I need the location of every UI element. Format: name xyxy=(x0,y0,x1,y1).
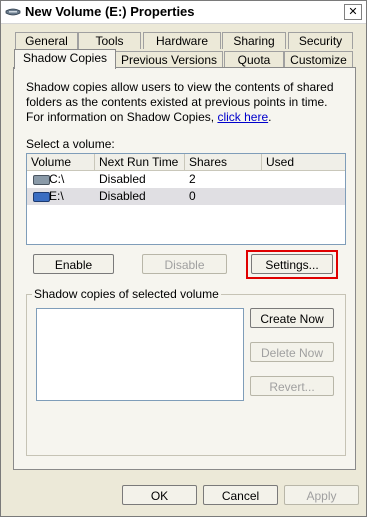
apply-button[interactable]: Apply xyxy=(284,485,359,505)
drive-icon xyxy=(5,8,21,16)
volume-list[interactable]: Volume Next Run Time Shares Used C:\ Dis… xyxy=(26,153,346,245)
shadow-copies-list[interactable] xyxy=(36,308,244,401)
group-title: Shadow copies of selected volume xyxy=(32,287,221,301)
tab-label: Hardware xyxy=(155,34,209,48)
ok-button[interactable]: OK xyxy=(122,485,197,505)
enable-button[interactable]: Enable xyxy=(33,254,114,274)
tab-label: Quota xyxy=(237,53,271,67)
column-header-next-run-time[interactable]: Next Run Time xyxy=(95,154,185,170)
tab-label: Previous Versions xyxy=(120,53,218,67)
shares-cell: 2 xyxy=(189,172,196,186)
revert-label: Revert... xyxy=(269,380,315,394)
title-bar[interactable]: New Volume (E:) Properties ✕ xyxy=(1,1,366,24)
volume-cell: E:\ xyxy=(49,189,64,203)
description-text: Shadow copies allow users to view the co… xyxy=(26,80,346,125)
create-now-label: Create Now xyxy=(260,312,324,326)
tab-general[interactable]: General xyxy=(15,32,78,49)
tab-label: Tools xyxy=(95,34,124,48)
tab-shadow-copies[interactable]: Shadow Copies xyxy=(14,49,116,69)
create-now-button[interactable]: Create Now xyxy=(250,308,334,328)
apply-label: Apply xyxy=(306,489,337,503)
cancel-label: Cancel xyxy=(221,489,260,503)
select-volume-label: Select a volume: xyxy=(26,137,115,151)
window-title: New Volume (E:) Properties xyxy=(25,4,195,19)
column-header-used[interactable]: Used xyxy=(262,154,345,170)
settings-button[interactable]: Settings... xyxy=(251,254,333,274)
tab-sharing[interactable]: Sharing xyxy=(222,32,286,49)
ok-label: OK xyxy=(150,489,169,503)
next-run-cell: Disabled xyxy=(99,189,146,203)
description-suffix: . xyxy=(268,110,272,124)
volume-row-selected[interactable]: E:\ Disabled 0 xyxy=(27,188,345,205)
drive-c-icon xyxy=(33,175,50,185)
enable-label: Enable xyxy=(54,258,93,272)
tab-label: Sharing xyxy=(233,34,275,48)
close-icon: ✕ xyxy=(348,5,358,18)
cancel-button[interactable]: Cancel xyxy=(203,485,278,505)
close-button[interactable]: ✕ xyxy=(344,4,362,20)
tab-label: Customize xyxy=(290,53,347,67)
delete-now-label: Delete Now xyxy=(260,346,324,360)
shadow-copies-panel: Shadow copies allow users to view the co… xyxy=(13,67,356,470)
settings-label: Settings... xyxy=(265,258,319,272)
tab-label: Shadow Copies xyxy=(22,51,108,65)
tab-previous-versions[interactable]: Previous Versions xyxy=(115,51,223,68)
disable-button[interactable]: Disable xyxy=(142,254,227,274)
volume-row[interactable]: C:\ Disabled 2 xyxy=(27,171,345,188)
next-run-cell: Disabled xyxy=(99,172,146,186)
delete-now-button[interactable]: Delete Now xyxy=(250,342,334,362)
revert-button[interactable]: Revert... xyxy=(250,376,334,396)
tab-quota[interactable]: Quota xyxy=(224,51,284,68)
tab-label: Security xyxy=(298,34,343,48)
description-body: Shadow copies allow users to view the co… xyxy=(26,80,334,124)
list-header: Volume Next Run Time Shares Used xyxy=(27,154,345,171)
properties-window: New Volume (E:) Properties ✕ General Too… xyxy=(0,0,367,517)
tab-label: General xyxy=(25,34,68,48)
tab-customize[interactable]: Customize xyxy=(284,51,353,68)
column-header-shares[interactable]: Shares xyxy=(185,154,262,170)
tab-tools[interactable]: Tools xyxy=(78,32,141,49)
shares-cell: 0 xyxy=(189,189,196,203)
tab-hardware[interactable]: Hardware xyxy=(143,32,221,49)
drive-e-icon xyxy=(33,192,50,202)
disable-label: Disable xyxy=(164,258,205,272)
column-header-volume[interactable]: Volume xyxy=(27,154,95,170)
volume-cell: C:\ xyxy=(49,172,65,186)
click-here-link[interactable]: click here xyxy=(217,110,268,124)
tab-security[interactable]: Security xyxy=(288,32,353,49)
